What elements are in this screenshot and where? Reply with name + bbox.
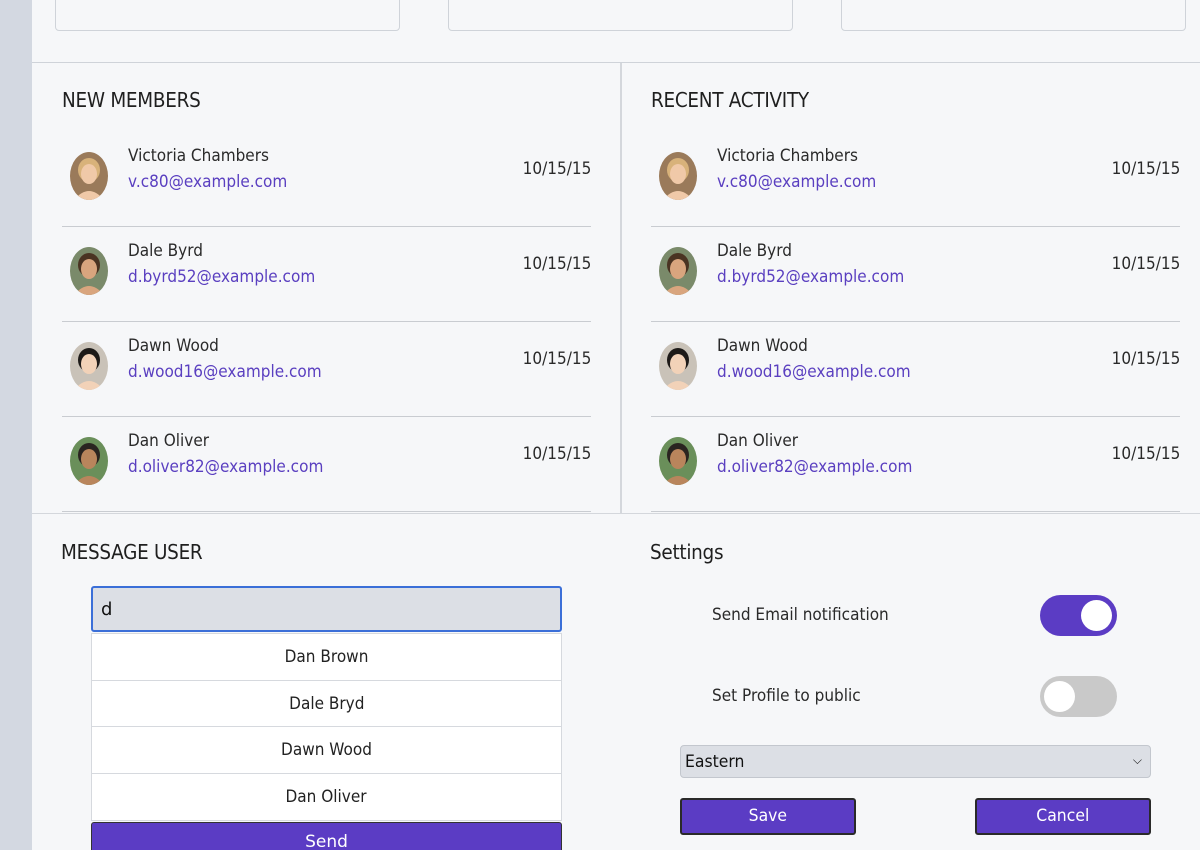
save-button[interactable]: Save: [680, 798, 856, 835]
recent-activity-title: RECENT ACTIVITY: [651, 88, 809, 112]
member-row[interactable]: Dan Oliver d.oliver82@example.com 10/15/15: [62, 417, 591, 512]
member-date: 10/15/15: [522, 254, 591, 274]
avatar: [70, 437, 108, 485]
member-row[interactable]: Dale Byrd d.byrd52@example.com 10/15/15: [651, 227, 1180, 322]
member-date: 10/15/15: [1111, 254, 1180, 274]
avatar: [70, 342, 108, 390]
settings-title: Settings: [650, 540, 724, 564]
chevron-down-icon: ⌵: [1132, 753, 1142, 767]
member-row[interactable]: Dawn Wood d.wood16@example.com 10/15/15: [651, 322, 1180, 417]
member-email-link[interactable]: d.oliver82@example.com: [128, 457, 323, 477]
new-members-list: Victoria Chambers v.c80@example.com 10/15/…: [62, 132, 591, 512]
member-date: 10/15/15: [1111, 349, 1180, 369]
member-date: 10/15/15: [522, 349, 591, 369]
member-row[interactable]: Dale Byrd d.byrd52@example.com 10/15/15: [62, 227, 591, 322]
member-email-link[interactable]: d.byrd52@example.com: [717, 267, 904, 287]
member-row[interactable]: Dan Oliver d.oliver82@example.com 10/15/15: [651, 417, 1180, 512]
member-name: Dale Byrd: [128, 241, 203, 261]
top-divider: [32, 62, 1200, 63]
suggestion-item[interactable]: Dan Oliver: [92, 774, 561, 821]
toggle-knob: [1044, 681, 1075, 712]
member-email-link[interactable]: v.c80@example.com: [128, 172, 287, 192]
avatar: [70, 152, 108, 200]
member-name: Victoria Chambers: [128, 146, 269, 166]
recipient-search-input[interactable]: [91, 586, 562, 632]
cancel-button[interactable]: Cancel: [975, 798, 1151, 835]
member-name: Dawn Wood: [717, 336, 808, 356]
member-email-link[interactable]: d.oliver82@example.com: [717, 457, 912, 477]
timezone-value: Eastern: [685, 752, 745, 772]
member-date: 10/15/15: [1111, 159, 1180, 179]
member-date: 10/15/15: [522, 159, 591, 179]
panel-divider: [620, 63, 622, 514]
suggestion-item[interactable]: Dawn Wood: [92, 727, 561, 774]
member-email-link[interactable]: d.wood16@example.com: [128, 362, 322, 382]
left-sidebar-rail: [0, 0, 32, 850]
member-email-link[interactable]: d.wood16@example.com: [717, 362, 911, 382]
member-date: 10/15/15: [522, 444, 591, 464]
public-profile-label: Set Profile to public: [712, 686, 861, 706]
recipient-suggestions: Dan Brown Dale Bryd Dawn Wood Dan Oliver: [91, 633, 562, 821]
new-members-title: NEW MEMBERS: [62, 88, 201, 112]
member-row[interactable]: Victoria Chambers v.c80@example.com 10/15/…: [651, 132, 1180, 227]
email-notification-toggle[interactable]: [1040, 595, 1117, 636]
suggestion-item[interactable]: Dan Brown: [92, 634, 561, 681]
recent-activity-list: Victoria Chambers v.c80@example.com 10/15/…: [651, 132, 1180, 512]
member-name: Victoria Chambers: [717, 146, 858, 166]
toggle-knob: [1081, 600, 1112, 631]
stat-card-1: [55, 0, 400, 31]
avatar: [659, 342, 697, 390]
member-row[interactable]: Dawn Wood d.wood16@example.com 10/15/15: [62, 322, 591, 417]
avatar: [659, 152, 697, 200]
timezone-select[interactable]: Eastern ⌵: [680, 745, 1151, 778]
top-stat-cards: [32, 0, 1200, 63]
suggestion-item[interactable]: Dale Bryd: [92, 681, 561, 727]
member-date: 10/15/15: [1111, 444, 1180, 464]
member-name: Dan Oliver: [128, 431, 210, 451]
public-profile-toggle[interactable]: [1040, 676, 1117, 717]
send-button[interactable]: Send: [91, 822, 562, 850]
message-user-title: MESSAGE USER: [61, 540, 203, 564]
member-email-link[interactable]: v.c80@example.com: [717, 172, 876, 192]
member-email-link[interactable]: d.byrd52@example.com: [128, 267, 315, 287]
member-name: Dale Byrd: [717, 241, 792, 261]
member-row[interactable]: Victoria Chambers v.c80@example.com 10/15/…: [62, 132, 591, 227]
avatar: [659, 247, 697, 295]
middle-divider: [32, 513, 1200, 514]
avatar: [659, 437, 697, 485]
member-name: Dawn Wood: [128, 336, 219, 356]
avatar: [70, 247, 108, 295]
email-notification-label: Send Email notification: [712, 605, 889, 625]
stat-card-3: [841, 0, 1186, 31]
stat-card-2: [448, 0, 793, 31]
member-name: Dan Oliver: [717, 431, 799, 451]
